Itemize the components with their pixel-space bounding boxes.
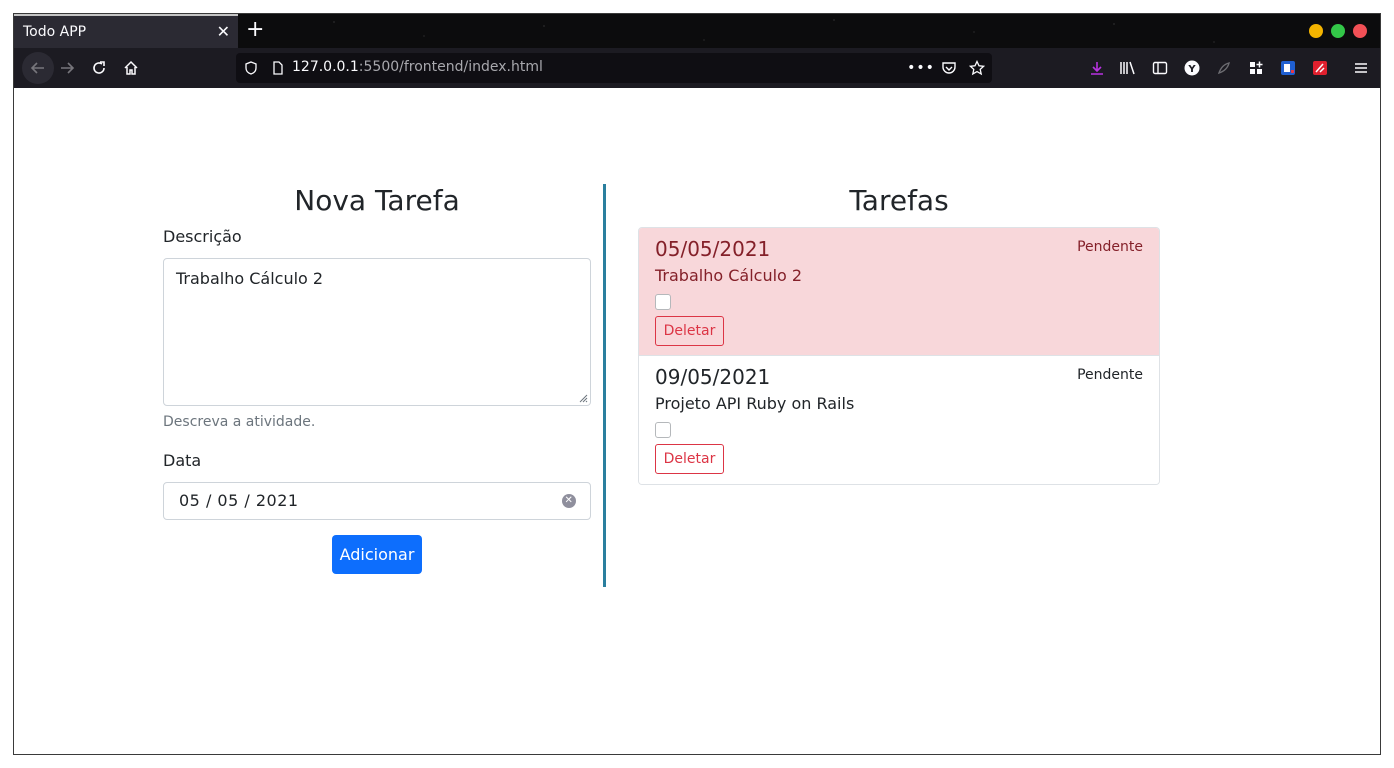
task-list-panel: Tarefas 05/05/2021 Trabalho Cálculo 2 Pe…: [638, 184, 1160, 485]
extension-red-icon[interactable]: [1309, 57, 1331, 79]
list-item: 09/05/2021 Projeto API Ruby on Rails Pen…: [639, 356, 1159, 484]
description-value: Trabalho Cálculo 2: [176, 269, 324, 288]
back-arrow-icon: [30, 62, 44, 74]
yandex-extension-icon[interactable]: Y: [1181, 57, 1203, 79]
bookmark-star-icon[interactable]: [968, 59, 986, 77]
svg-text:Y: Y: [1187, 64, 1196, 75]
pocket-icon[interactable]: [940, 59, 958, 77]
clear-date-icon[interactable]: ✕: [562, 494, 576, 508]
reload-icon: [93, 61, 105, 74]
date-label: Data: [163, 451, 202, 470]
forward-arrow-icon: [61, 62, 75, 74]
resize-handle-icon[interactable]: [578, 393, 588, 403]
url-text[interactable]: 127.0.0.1:5500/frontend/index.html: [292, 59, 543, 75]
tab-title: Todo APP: [23, 24, 87, 40]
add-button[interactable]: Adicionar: [332, 535, 422, 574]
close-window-button[interactable]: [1353, 24, 1367, 38]
tab-bar: Todo APP ✕ +: [14, 14, 1380, 48]
description-textarea[interactable]: Trabalho Cálculo 2: [163, 258, 591, 406]
page-content: Nova Tarefa Descrição Trabalho Cálculo 2…: [14, 88, 1380, 754]
task-description: Trabalho Cálculo 2: [655, 266, 803, 285]
url-bar[interactable]: 127.0.0.1:5500/frontend/index.html •••: [236, 53, 992, 83]
task-done-checkbox[interactable]: [655, 422, 671, 438]
status-badge: Pendente: [1077, 367, 1143, 383]
library-icon[interactable]: [1117, 57, 1139, 79]
task-done-checkbox[interactable]: [655, 294, 671, 310]
task-date: 05/05/2021: [655, 237, 771, 261]
downloads-icon[interactable]: [1086, 57, 1108, 79]
shield-icon[interactable]: [242, 59, 260, 77]
task-date: 09/05/2021: [655, 365, 771, 389]
reload-button[interactable]: [87, 56, 111, 80]
extension-leaf-icon[interactable]: [1213, 57, 1235, 79]
description-label: Descrição: [163, 227, 242, 246]
date-input[interactable]: 05 / 05 / 2021 ✕: [163, 482, 591, 520]
more-actions-icon[interactable]: •••: [907, 59, 934, 77]
task-list: 05/05/2021 Trabalho Cálculo 2 Pendente D…: [638, 227, 1160, 485]
task-description: Projeto API Ruby on Rails: [655, 394, 855, 413]
new-task-form: Nova Tarefa Descrição Trabalho Cálculo 2…: [163, 184, 591, 574]
delete-button[interactable]: Deletar: [655, 444, 724, 474]
home-icon: [124, 60, 138, 75]
extension-grid-icon[interactable]: [1245, 57, 1267, 79]
sidebar-icon[interactable]: [1149, 57, 1171, 79]
description-help: Descreva a atividade.: [163, 414, 316, 430]
browser-window: Todo APP ✕ + 127.0.0.1:5500/frontend/ind…: [13, 13, 1381, 755]
delete-button[interactable]: Deletar: [655, 316, 724, 346]
maximize-button[interactable]: [1331, 24, 1345, 38]
back-button[interactable]: [22, 52, 54, 84]
status-badge: Pendente: [1077, 239, 1143, 255]
list-item: 05/05/2021 Trabalho Cálculo 2 Pendente D…: [639, 228, 1159, 356]
close-tab-icon[interactable]: ✕: [217, 24, 230, 40]
new-tab-icon[interactable]: +: [246, 19, 264, 41]
tasks-title: Tarefas: [849, 184, 949, 217]
form-title: Nova Tarefa: [294, 184, 460, 217]
date-value: 05 / 05 / 2021: [179, 491, 299, 510]
home-button[interactable]: [119, 56, 143, 80]
browser-tab[interactable]: Todo APP ✕: [14, 14, 238, 48]
forward-button[interactable]: [55, 56, 79, 80]
minimize-button[interactable]: [1309, 24, 1323, 38]
extension-blue-icon[interactable]: [1277, 57, 1299, 79]
nav-bar: 127.0.0.1:5500/frontend/index.html ••• Y: [14, 48, 1380, 88]
column-divider: [603, 184, 606, 587]
menu-icon[interactable]: [1350, 57, 1372, 79]
page-icon: [269, 59, 287, 77]
